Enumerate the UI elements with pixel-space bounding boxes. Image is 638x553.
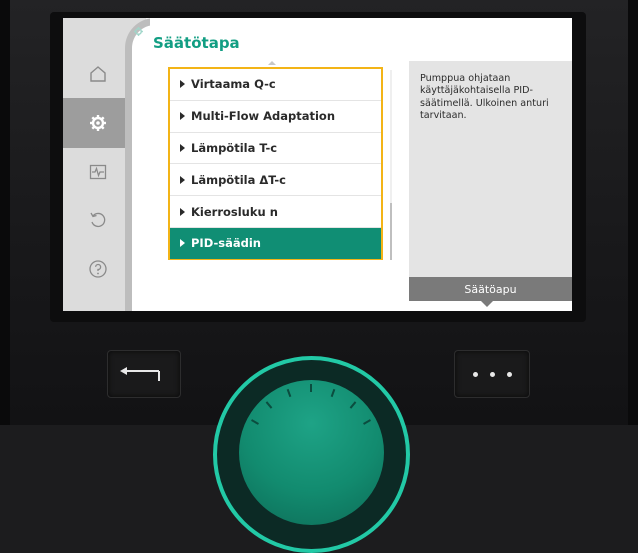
help-tab-pointer-icon	[481, 301, 493, 307]
scroll-up-indicator-icon	[268, 61, 276, 65]
settings-gear-icon	[134, 27, 143, 36]
back-button[interactable]	[107, 350, 181, 398]
list-item-selected[interactable]: PID-säädin	[170, 227, 381, 259]
housing-edge-left	[0, 0, 10, 425]
chevron-right-icon	[180, 207, 185, 216]
help-text: Pumppua ohjataan käyttäjäkohtaisella PID…	[420, 73, 549, 121]
list-item[interactable]: Lämpötila T-c	[170, 133, 381, 165]
chevron-right-icon	[180, 175, 185, 184]
help-icon	[89, 260, 107, 278]
chevron-right-icon	[180, 143, 185, 152]
list-item-label: Virtaama Q-c	[191, 77, 276, 92]
control-mode-list: Virtaama Q-c Multi-Flow Adaptation Lämpö…	[168, 67, 383, 260]
list-item-label: Lämpötila T-c	[191, 140, 278, 155]
back-arrow-icon	[120, 367, 160, 381]
chevron-right-icon	[180, 239, 185, 248]
control-knob[interactable]	[239, 380, 384, 525]
home-icon	[90, 66, 106, 82]
list-item-label: Multi-Flow Adaptation	[191, 109, 336, 124]
help-tab-label: Säätöapu	[464, 282, 517, 296]
diagnostics-icon	[89, 164, 107, 180]
list-item[interactable]: Virtaama Q-c	[170, 69, 381, 101]
chevron-right-icon	[180, 80, 185, 89]
content-panel: Säätötapa Virtaama Q-c Multi-Flow Adapta…	[150, 18, 572, 311]
list-item[interactable]: Kierrosluku n	[170, 196, 381, 228]
device-housing: Säätötapa Virtaama Q-c Multi-Flow Adapta…	[0, 0, 638, 553]
help-panel: Pumppua ohjataan käyttäjäkohtaisella PID…	[409, 61, 572, 307]
page-title: Säätötapa	[153, 34, 240, 52]
restore-icon	[90, 212, 106, 228]
settings-gear-icon	[90, 115, 106, 131]
help-tab[interactable]: Säätöapu	[409, 277, 572, 301]
list-item-label: PID-säädin	[191, 236, 261, 251]
housing-edge-right	[628, 0, 638, 425]
list-item[interactable]: Lämpötila ΔT-c	[170, 164, 381, 197]
scrollbar-thumb[interactable]	[390, 203, 392, 260]
context-menu-button[interactable]	[454, 350, 530, 398]
chevron-right-icon	[180, 112, 185, 121]
list-item[interactable]: Multi-Flow Adaptation	[170, 101, 381, 133]
list-item-label: Lämpötila ΔT-c	[191, 172, 286, 187]
display-screen: Säätötapa Virtaama Q-c Multi-Flow Adapta…	[63, 18, 572, 311]
list-item-label: Kierrosluku n	[191, 204, 278, 219]
